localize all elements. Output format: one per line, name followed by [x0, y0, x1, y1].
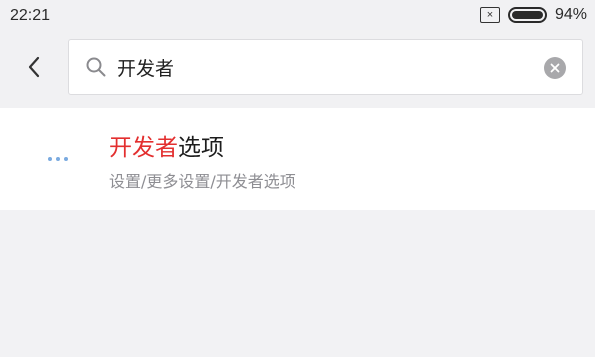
- result-path: 设置/更多设置/开发者选项: [109, 172, 296, 191]
- back-button[interactable]: [22, 55, 46, 79]
- battery-percent: 94%: [554, 6, 587, 23]
- search-result-item[interactable]: 开发者选项 设置/更多设置/开发者选项: [0, 108, 595, 210]
- search-results: 开发者选项 设置/更多设置/开发者选项: [0, 108, 595, 210]
- status-right-group: × 94%: [479, 6, 587, 24]
- battery-icon: [507, 7, 547, 23]
- battery-fill: [511, 11, 543, 19]
- more-dot: [48, 157, 52, 161]
- search-icon: [86, 57, 106, 77]
- result-title: 开发者选项: [109, 134, 224, 162]
- result-title-rest: 选项: [178, 135, 224, 161]
- clear-search-button[interactable]: [544, 57, 566, 79]
- search-box[interactable]: [68, 39, 583, 95]
- clear-icon: [550, 63, 560, 73]
- search-header: [0, 34, 595, 108]
- result-title-highlight: 开发者: [109, 135, 178, 161]
- more-dot: [64, 157, 68, 161]
- more-icon: [48, 157, 68, 161]
- status-time: 22:21: [10, 7, 51, 24]
- chevron-left-icon: [28, 56, 40, 78]
- search-input[interactable]: [117, 54, 517, 80]
- more-dot: [56, 157, 60, 161]
- sim-icon: ×: [479, 7, 500, 23]
- status-bar: 22:21 × 94%: [0, 0, 595, 34]
